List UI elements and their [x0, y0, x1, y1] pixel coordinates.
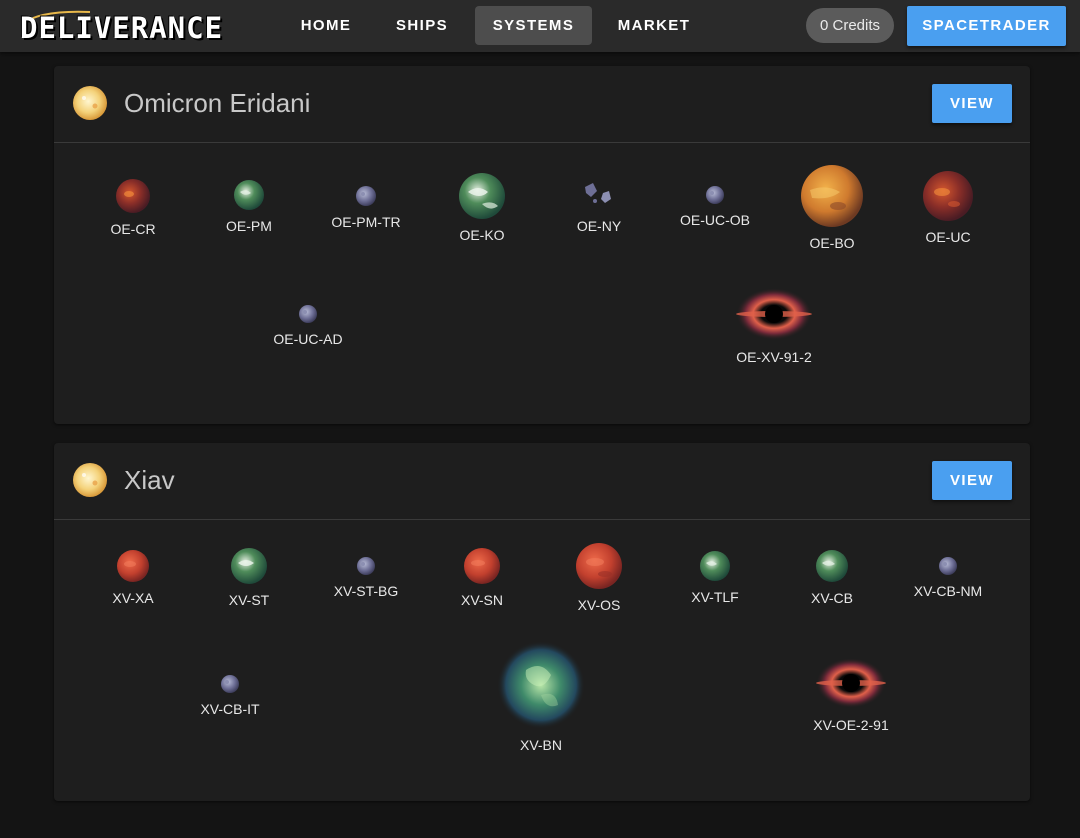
planet-item[interactable]: XV-ST-BG	[306, 556, 426, 599]
planet-item[interactable]: XV-OE-2-91	[791, 656, 911, 733]
rocky-planet-icon	[923, 171, 973, 221]
star-icon	[73, 463, 107, 497]
system-header: Omicron Eridani VIEW	[54, 66, 1030, 142]
planet-label: OE-CR	[110, 221, 156, 237]
planet-label: XV-SN	[460, 592, 503, 608]
planet-label: XV-ST	[228, 592, 270, 608]
planet-item[interactable]: OE-PM-TR	[306, 185, 426, 230]
view-button[interactable]: VIEW	[932, 461, 1012, 500]
planet-item[interactable]: OE-PM	[189, 179, 309, 234]
planet-item[interactable]: OE-KO	[422, 172, 542, 243]
nav-systems[interactable]: SYSTEMS	[475, 6, 592, 45]
top-nav: DELIVERANCE HOME SHIPS SYSTEMS MARKET 0 …	[0, 0, 1080, 52]
planet-item[interactable]: XV-CB	[772, 549, 892, 606]
logo[interactable]: DELIVERANCE	[20, 6, 260, 46]
planet-item[interactable]: OE-CR	[73, 178, 193, 237]
planet-item[interactable]: OE-UC	[888, 170, 1008, 245]
system-card: Omicron Eridani VIEW OE-CR OE-PM OE-PM-T…	[54, 66, 1030, 424]
earthlike-planet-icon	[234, 180, 264, 210]
moon-icon	[299, 305, 317, 323]
moon-icon	[939, 557, 957, 575]
gas-giant-icon	[801, 165, 863, 227]
rocky-planet-icon	[116, 179, 150, 213]
planet-label: XV-XA	[112, 590, 154, 606]
nav-ships[interactable]: SHIPS	[382, 6, 462, 45]
earthlike-planet-icon	[816, 550, 848, 582]
planet-label: OE-PM	[226, 218, 272, 234]
wormhole-icon	[816, 658, 886, 708]
planet-label: OE-UC-OB	[680, 212, 750, 228]
spacetrader-button[interactable]: SPACETRADER	[907, 6, 1066, 46]
planet-item[interactable]: OE-UC-AD	[248, 304, 368, 347]
star-icon	[73, 86, 107, 120]
moon-icon	[706, 186, 724, 204]
planet-item[interactable]: XV-OS	[539, 542, 659, 613]
planet-item[interactable]: OE-UC-OB	[655, 185, 775, 228]
planet-item[interactable]: XV-TLF	[655, 550, 775, 605]
planet-item[interactable]: XV-CB-NM	[888, 556, 1008, 599]
planet-label: XV-CB-IT	[200, 701, 260, 717]
planet-label: XV-BN	[519, 737, 562, 753]
planet-label: XV-TLF	[691, 589, 739, 605]
planet-item[interactable]: OE-XV-91-2	[714, 286, 834, 365]
planet-item[interactable]: XV-XA	[73, 549, 193, 606]
logo-text: DELIVERANCE	[20, 11, 224, 45]
planet-label: OE-NY	[576, 218, 622, 234]
wormhole-icon	[736, 288, 812, 340]
planet-label: OE-KO	[459, 227, 505, 243]
system-name: Omicron Eridani	[124, 88, 311, 118]
asteroid-icon	[585, 183, 611, 203]
planet-item[interactable]: XV-ST	[189, 547, 309, 608]
planet-label: XV-ST-BG	[333, 583, 399, 599]
planet-label: OE-XV-91-2	[736, 349, 812, 365]
earthlike-planet-icon	[459, 173, 505, 219]
planet-label: XV-OS	[577, 597, 621, 613]
planet-label: OE-UC-AD	[273, 331, 343, 347]
system-card: Xiav VIEW XV-XA XV-ST XV-ST-BG XV-SN XV-…	[54, 443, 1030, 801]
planet-label: XV-CB	[810, 590, 853, 606]
planet-item[interactable]: OE-NY	[539, 179, 659, 234]
nebula-icon	[497, 641, 585, 729]
nav-home[interactable]: HOME	[288, 6, 364, 45]
planet-item[interactable]: XV-SN	[422, 547, 542, 608]
view-button[interactable]: VIEW	[932, 84, 1012, 123]
planet-item[interactable]: XV-BN	[481, 640, 601, 753]
system-header: Xiav VIEW	[54, 443, 1030, 519]
moon-icon	[356, 186, 376, 206]
red-planet-icon	[464, 548, 500, 584]
planet-label: XV-CB-NM	[913, 583, 983, 599]
divider	[54, 519, 1030, 520]
credits-badge: 0 Credits	[806, 8, 894, 43]
earthlike-planet-icon	[700, 551, 730, 581]
system-name: Xiav	[124, 465, 175, 495]
planet-label: OE-PM-TR	[331, 214, 401, 230]
earthlike-planet-icon	[231, 548, 267, 584]
divider	[54, 142, 1030, 143]
planet-item[interactable]: XV-CB-IT	[170, 674, 290, 717]
red-planet-icon	[576, 543, 622, 589]
planet-label: OE-UC	[925, 229, 971, 245]
moon-icon	[221, 675, 239, 693]
nav-market[interactable]: MARKET	[606, 6, 702, 45]
moon-icon	[357, 557, 375, 575]
planet-item[interactable]: OE-BO	[772, 164, 892, 251]
red-planet-icon	[117, 550, 149, 582]
planet-label: XV-OE-2-91	[813, 717, 889, 733]
planet-label: OE-BO	[809, 235, 855, 251]
